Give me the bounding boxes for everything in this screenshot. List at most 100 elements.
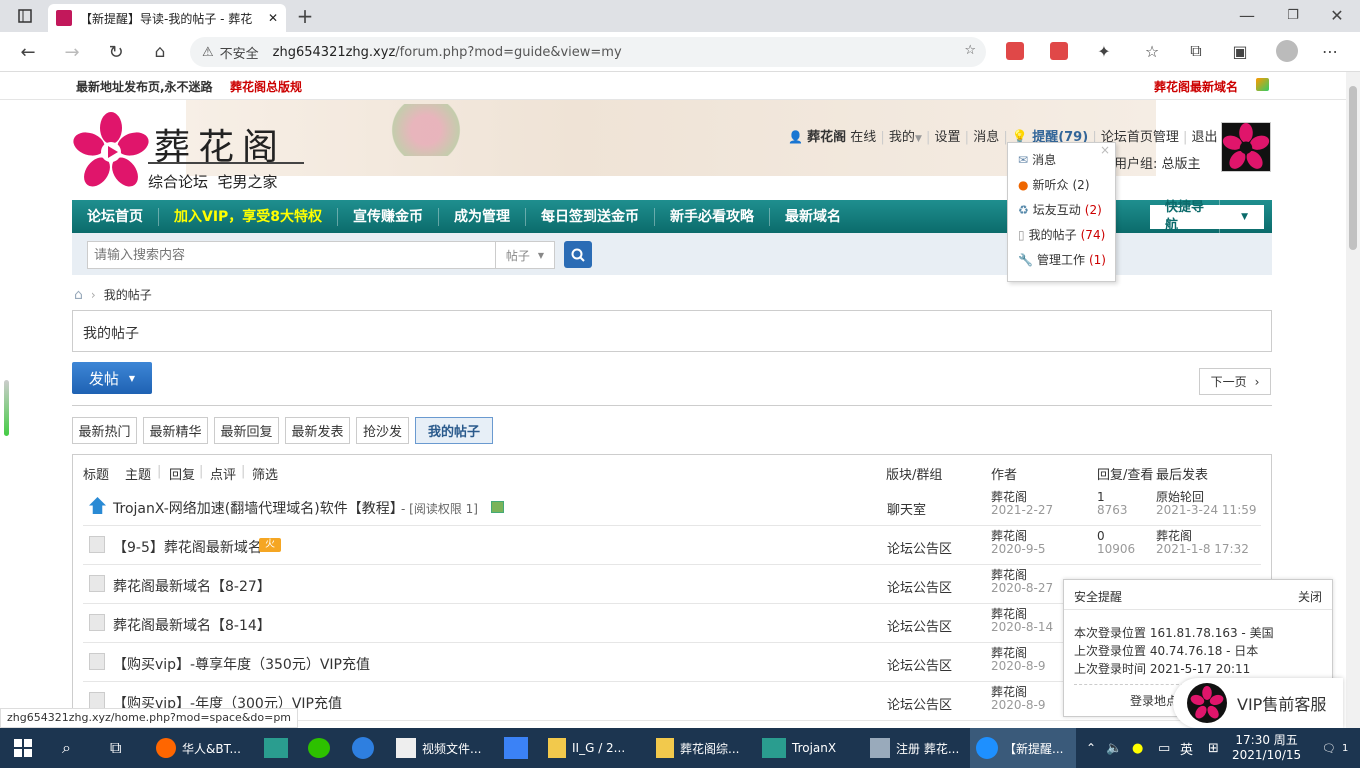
taskbar-item-trojanx[interactable]: TrojanX (762, 728, 836, 768)
thread-author[interactable]: 葬花阁 2020-8-27 (991, 569, 1053, 595)
browser-tab-active[interactable]: 【新提醒】导读-我的帖子 - 葬花 ✕ (48, 4, 286, 32)
menu-item-admin-work[interactable]: 🔧 管理工作 (1) (1018, 251, 1106, 268)
filter-comment[interactable]: 点评 (210, 464, 236, 483)
new-tab-icon[interactable]: + (294, 4, 316, 28)
tab-new-post[interactable]: 最新发表 (285, 417, 350, 444)
online-status[interactable]: 在线 (850, 130, 876, 145)
vip-service-button[interactable]: VIP售前客服 (1173, 678, 1343, 728)
notification-center-icon[interactable]: 🗨 1 (1322, 728, 1348, 768)
nav-item-become-admin[interactable]: 成为管理 (439, 207, 527, 226)
logo-flower-icon[interactable] (72, 112, 150, 190)
thread-last-post[interactable]: 葬花阁 2021-1-8 17:32 (1156, 530, 1249, 556)
rules-link[interactable]: 葬花阁总版规 (230, 78, 302, 95)
taskbar-item-edge-active[interactable]: 【新提醒... (970, 728, 1076, 768)
menu-item-messages[interactable]: ✉ 消息 (1018, 151, 1056, 168)
menu-item-interactions[interactable]: ♻ 坛友互动 (2) (1018, 201, 1102, 218)
taskbar-item-folder2[interactable]: 葬花阁综... (656, 728, 739, 768)
nav-item-checkin[interactable]: 每日签到送金币 (526, 207, 656, 226)
quick-nav-button[interactable]: 快捷导航 ▼ (1150, 199, 1264, 235)
tab-digest[interactable]: 最新精华 (143, 417, 208, 444)
profile-avatar[interactable] (1276, 40, 1298, 62)
taskbar-item-video[interactable]: 视频文件... (396, 728, 481, 768)
tray-volume-icon[interactable]: 🔈 (1106, 728, 1122, 768)
tab-new-reply[interactable]: 最新回复 (214, 417, 279, 444)
ime-grid-icon[interactable]: ⊞ (1208, 728, 1219, 768)
thread-forum[interactable]: 聊天室 (887, 499, 926, 518)
filter-subject[interactable]: 主题 (125, 464, 151, 483)
collections-icon[interactable]: ⧉ (1186, 41, 1206, 61)
my-menu[interactable]: 我的 (889, 130, 915, 145)
next-page-button[interactable]: 下一页 › (1199, 368, 1271, 395)
thread-forum[interactable]: 论坛公告区 (887, 538, 952, 557)
thread-title[interactable]: 【购买vip】-尊享年度（350元）VIP充值 (113, 654, 370, 674)
back-icon[interactable]: ← (16, 40, 40, 64)
nav-item-domain[interactable]: 最新域名 (770, 208, 856, 226)
favorite-add-icon[interactable]: ☆ (964, 43, 976, 58)
nav-item-home[interactable]: 论坛首页 (72, 207, 159, 226)
search-icon[interactable]: ⌕ (62, 728, 71, 768)
thread-title[interactable]: TrojanX-网络加速(翻墙代理域名)软件【教程】 (113, 498, 404, 518)
more-menu-icon[interactable]: ⋯ (1320, 41, 1340, 61)
thread-title[interactable]: 葬花阁最新域名【8-27】 (113, 576, 271, 596)
address-bar[interactable]: ⚠ 不安全 zhg654321zhg.xyz/forum.php?mod=gui… (190, 37, 986, 67)
thread-title[interactable]: 【9-5】葬花阁最新域名 (113, 537, 262, 557)
favorites-icon[interactable]: ☆ (1142, 41, 1162, 61)
filter-reply[interactable]: 回复 (169, 464, 195, 483)
thread-last-post[interactable]: 原始轮回 2021-3-24 11:59 (1156, 491, 1257, 517)
taskbar-item-firefox[interactable]: 华人&BT... (156, 728, 241, 768)
thread-author[interactable]: 葬花阁 2020-8-9 (991, 647, 1045, 673)
logout-link[interactable]: 退出 (1192, 130, 1218, 145)
forward-icon[interactable]: → (60, 40, 84, 64)
thread-author[interactable]: 葬花阁 2021-2-27 (991, 491, 1053, 517)
thread-forum[interactable]: 论坛公告区 (887, 694, 952, 713)
taskbar-item-register[interactable]: 注册 葬花... (870, 728, 959, 768)
nav-item-promote[interactable]: 宣传赚金币 (338, 207, 440, 226)
menu-item-my-posts[interactable]: ▯ 我的帖子 (74) (1018, 226, 1105, 243)
search-button[interactable] (564, 241, 592, 268)
windows-start-icon[interactable] (14, 728, 34, 768)
latest-domain-link[interactable]: 葬花阁最新域名 (1154, 78, 1238, 95)
table-row[interactable]: 【9-5】葬花阁最新域名 火 论坛公告区 葬花阁 2020-9-5 0 10906 … (83, 526, 1261, 565)
search-input[interactable] (87, 241, 497, 269)
tab-sofa[interactable]: 抢沙发 (356, 417, 409, 444)
messages-link[interactable]: 消息 (973, 130, 999, 145)
extensions-icon[interactable]: ✦ (1094, 41, 1114, 61)
thread-title[interactable]: 葬花阁最新域名【8-14】 (113, 615, 271, 635)
menu-item-followers[interactable]: ● 新听众 (2) (1018, 176, 1090, 193)
taskbar-item-browser[interactable] (352, 728, 374, 768)
ime-label[interactable]: 英 (1180, 728, 1193, 768)
security-popup-close[interactable]: 关闭 (1298, 588, 1322, 605)
thread-author[interactable]: 葬花阁 2020-9-5 (991, 530, 1045, 556)
tray-app-icon[interactable]: ● (1132, 728, 1143, 768)
close-icon[interactable]: × (1100, 143, 1110, 157)
clock[interactable]: 17:30 周五 2021/10/15 (1232, 728, 1301, 768)
username-link[interactable]: 葬花阁 (807, 130, 846, 145)
thread-forum[interactable]: 论坛公告区 (887, 616, 952, 635)
close-window-icon[interactable]: ✕ (1326, 4, 1348, 26)
tray-chevron-icon[interactable]: ⌃ (1086, 728, 1096, 768)
taskbar-item-wechat[interactable] (308, 728, 330, 768)
tab-actions-icon[interactable] (14, 6, 36, 26)
minimize-icon[interactable]: — (1236, 4, 1258, 26)
thread-author[interactable]: 葬花阁 2020-8-9 (991, 686, 1045, 712)
login-location-link[interactable]: 登录地点 (1130, 692, 1178, 709)
user-avatar[interactable] (1221, 122, 1271, 172)
page-scrollbar[interactable] (1346, 72, 1360, 728)
home-icon[interactable]: ⌂ (148, 40, 172, 64)
close-tab-icon[interactable]: ✕ (268, 11, 278, 25)
thread-forum[interactable]: 论坛公告区 (887, 655, 952, 674)
tab-my-posts[interactable]: 我的帖子 (415, 417, 493, 444)
extension-icon[interactable] (1006, 42, 1024, 60)
share-icon[interactable]: ▣ (1230, 41, 1250, 61)
filter-menu[interactable]: 筛选 (252, 464, 278, 483)
nav-item-guide[interactable]: 新手必看攻略 (655, 207, 771, 226)
user-group-label[interactable]: 用户组: 总版主 (1114, 153, 1201, 172)
tab-hot[interactable]: 最新热门 (72, 417, 137, 444)
thread-author[interactable]: 葬花阁 2020-8-14 (991, 608, 1053, 634)
task-view-icon[interactable]: ⧉ (110, 728, 121, 768)
home-icon[interactable]: ⌂ (74, 287, 83, 303)
table-row[interactable]: TrojanX-网络加速(翻墙代理域名)软件【教程】 - [阅读权限 1] 聊天… (83, 487, 1261, 526)
tray-network-icon[interactable]: ▭ (1158, 728, 1170, 768)
new-post-button[interactable]: 发帖 ▼ (72, 362, 152, 394)
extension-icon-2[interactable] (1050, 42, 1068, 60)
